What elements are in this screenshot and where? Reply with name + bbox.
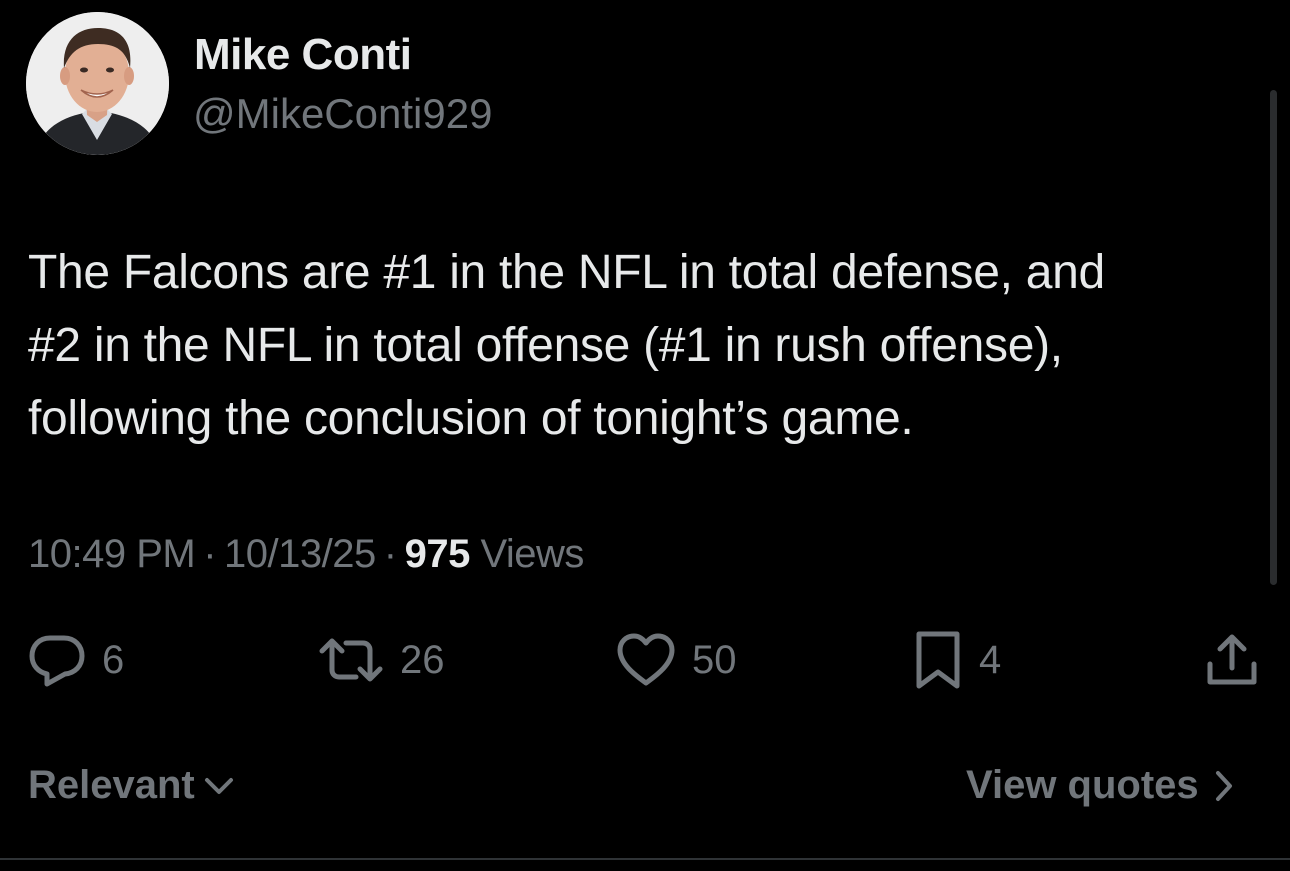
views-count[interactable]: 975	[405, 532, 471, 576]
tweet-time[interactable]: 10:49 PM	[28, 532, 196, 576]
chevron-down-icon	[204, 777, 233, 794]
tweet-meta: 10:49 PM · 10/13/25 · 975 Views	[28, 532, 584, 577]
tweet-date[interactable]: 10/13/25	[224, 532, 376, 576]
meta-separator: ·	[203, 532, 217, 576]
share-icon	[1207, 634, 1257, 685]
heart-icon	[617, 633, 675, 686]
views-label[interactable]: Views	[480, 532, 584, 576]
tweet-text-line: #2 in the NFL in total offense (#1 in ru…	[28, 319, 1063, 372]
bookmark-button[interactable]: 4	[913, 630, 1001, 690]
reply-button[interactable]: 6	[28, 630, 124, 690]
bookmark-icon	[916, 631, 960, 689]
meta-separator: ·	[383, 532, 397, 576]
tweet-text-line: following the conclusion of tonight’s ga…	[28, 392, 914, 445]
repost-count: 26	[400, 637, 445, 682]
author-name[interactable]: Mike Conti	[194, 30, 412, 80]
tweet-text-line: The Falcons are #1 in the NFL in total d…	[28, 246, 1105, 299]
view-quotes-label: View quotes	[966, 763, 1199, 807]
sort-relevant-dropdown[interactable]: Relevant	[28, 763, 235, 808]
chevron-right-icon	[1215, 770, 1232, 801]
reply-icon	[29, 635, 85, 687]
divider	[0, 858, 1290, 860]
avatar[interactable]	[26, 12, 169, 155]
tweet-text: The Falcons are #1 in the NFL in total d…	[28, 236, 1263, 455]
author-handle[interactable]: @MikeConti929	[193, 90, 492, 138]
repost-button[interactable]: 26	[318, 630, 445, 690]
like-button[interactable]: 50	[616, 630, 737, 690]
view-quotes-link[interactable]: View quotes	[966, 763, 1235, 808]
reply-count: 6	[102, 637, 125, 682]
bookmark-count: 4	[979, 637, 1002, 682]
sort-label: Relevant	[28, 763, 195, 807]
like-count: 50	[692, 637, 737, 682]
repost-icon	[319, 638, 383, 682]
tweet-detail-page: Mike Conti @MikeConti929 The Falcons are…	[0, 0, 1290, 871]
avatar-image	[26, 12, 169, 155]
share-button[interactable]	[1204, 630, 1260, 690]
scrollbar[interactable]	[1270, 90, 1277, 585]
